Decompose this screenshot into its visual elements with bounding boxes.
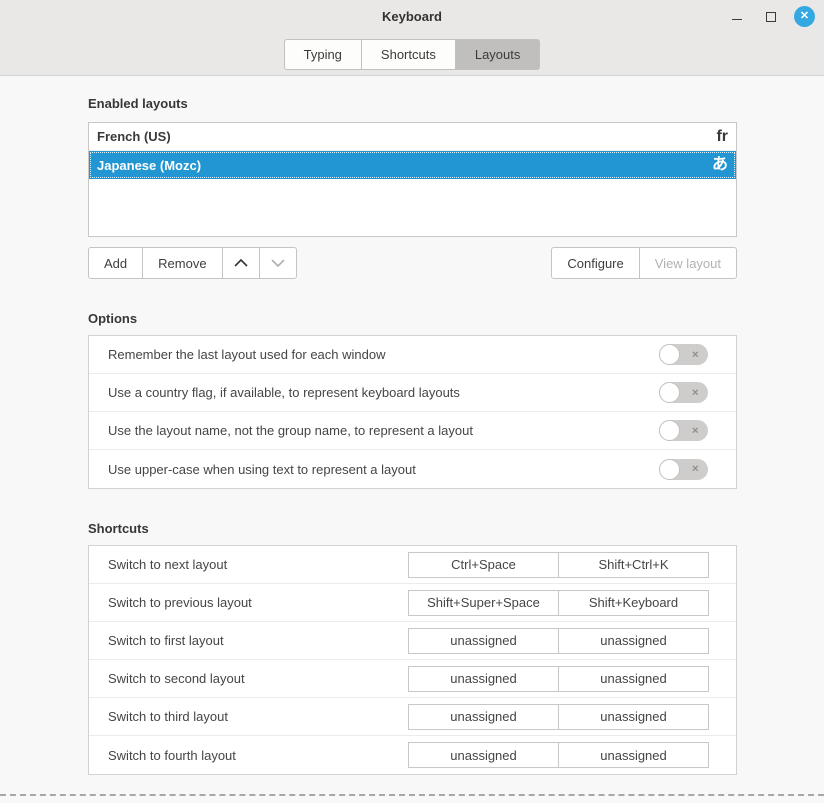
keybinding-button[interactable]: unassigned bbox=[408, 666, 559, 692]
toggle-knob bbox=[659, 420, 680, 441]
shortcut-label: Switch to fourth layout bbox=[108, 748, 236, 763]
option-row-upper-case: Use upper-case when using text to repres… bbox=[89, 450, 736, 488]
toggle-knob bbox=[659, 344, 680, 365]
layout-indicator-badge: あ bbox=[712, 157, 728, 173]
country-flag-toggle[interactable]: ✕ bbox=[659, 382, 708, 403]
option-label: Use upper-case when using text to repres… bbox=[108, 462, 416, 477]
enabled-layouts-list: French (US) fr Japanese (Mozc) あ bbox=[88, 122, 737, 237]
move-down-button[interactable] bbox=[259, 247, 297, 279]
maximize-button[interactable] bbox=[760, 6, 781, 27]
shortcut-row-second-layout: Switch to second layout unassigned unass… bbox=[89, 660, 736, 698]
keybinding-button[interactable]: Shift+Ctrl+K bbox=[558, 552, 709, 578]
shortcut-label: Switch to previous layout bbox=[108, 595, 252, 610]
toggle-off-icon: ✕ bbox=[691, 426, 699, 435]
shortcut-row-previous-layout: Switch to previous layout Shift+Super+Sp… bbox=[89, 584, 736, 622]
shortcut-label: Switch to first layout bbox=[108, 633, 224, 648]
close-button[interactable]: ✕ bbox=[794, 6, 815, 27]
window-title: Keyboard bbox=[382, 9, 442, 24]
binding-group: Ctrl+Space Shift+Ctrl+K bbox=[408, 552, 709, 578]
shortcuts-panel: Switch to next layout Ctrl+Space Shift+C… bbox=[88, 545, 737, 775]
options-panel: Remember the last layout used for each w… bbox=[88, 335, 737, 489]
option-label: Use a country flag, if available, to rep… bbox=[108, 385, 460, 400]
chevron-up-icon bbox=[234, 259, 248, 267]
shortcut-row-next-layout: Switch to next layout Ctrl+Space Shift+C… bbox=[89, 546, 736, 584]
shortcut-label: Switch to third layout bbox=[108, 709, 228, 724]
titlebar: Keyboard ✕ bbox=[0, 0, 824, 33]
toggle-off-icon: ✕ bbox=[691, 350, 699, 359]
layouts-page: Enabled layouts French (US) fr Japanese … bbox=[0, 76, 824, 775]
keybinding-button[interactable]: unassigned bbox=[558, 704, 709, 730]
binding-group: Shift+Super+Space Shift+Keyboard bbox=[408, 590, 709, 616]
toggle-knob bbox=[659, 459, 680, 480]
options-heading: Options bbox=[88, 311, 737, 326]
shortcut-row-third-layout: Switch to third layout unassigned unassi… bbox=[89, 698, 736, 736]
tab-shortcuts[interactable]: Shortcuts bbox=[361, 39, 456, 70]
keybinding-button[interactable]: unassigned bbox=[408, 704, 559, 730]
tab-typing[interactable]: Typing bbox=[284, 39, 362, 70]
layout-list-item-japanese[interactable]: Japanese (Mozc) あ bbox=[89, 151, 736, 179]
layout-name: Japanese (Mozc) bbox=[97, 158, 201, 173]
config-button-group: Configure View layout bbox=[551, 247, 737, 279]
window-controls: ✕ bbox=[726, 0, 815, 33]
move-up-button[interactable] bbox=[222, 247, 260, 279]
add-button[interactable]: Add bbox=[88, 247, 143, 279]
screenshot-truncation-divider bbox=[0, 794, 824, 796]
tab-layouts[interactable]: Layouts bbox=[455, 39, 541, 70]
shortcuts-heading: Shortcuts bbox=[88, 521, 737, 536]
chevron-down-icon bbox=[271, 259, 285, 267]
keybinding-button[interactable]: unassigned bbox=[408, 628, 559, 654]
option-label: Use the layout name, not the group name,… bbox=[108, 423, 473, 438]
toggle-off-icon: ✕ bbox=[691, 388, 699, 397]
keybinding-button[interactable]: Ctrl+Space bbox=[408, 552, 559, 578]
maximize-icon bbox=[766, 12, 776, 22]
toggle-knob bbox=[659, 382, 680, 403]
keybinding-button[interactable]: Shift+Keyboard bbox=[558, 590, 709, 616]
shortcut-label: Switch to next layout bbox=[108, 557, 227, 572]
option-label: Remember the last layout used for each w… bbox=[108, 347, 385, 362]
option-row-remember-layout: Remember the last layout used for each w… bbox=[89, 336, 736, 374]
keybinding-button[interactable]: unassigned bbox=[558, 742, 709, 768]
keybinding-button[interactable]: Shift+Super+Space bbox=[408, 590, 559, 616]
option-row-layout-name: Use the layout name, not the group name,… bbox=[89, 412, 736, 450]
tab-bar: Typing Shortcuts Layouts bbox=[0, 33, 824, 76]
keybinding-button[interactable]: unassigned bbox=[558, 628, 709, 654]
layout-name: French (US) bbox=[97, 129, 171, 144]
binding-group: unassigned unassigned bbox=[408, 742, 709, 768]
remove-button[interactable]: Remove bbox=[142, 247, 222, 279]
keyboard-settings-window: Keyboard ✕ Typing Shortcuts Layouts Enab… bbox=[0, 0, 824, 803]
minimize-button[interactable] bbox=[726, 6, 747, 27]
binding-group: unassigned unassigned bbox=[408, 628, 709, 654]
minimize-icon bbox=[732, 19, 742, 20]
enabled-layouts-heading: Enabled layouts bbox=[88, 96, 737, 111]
keybinding-button[interactable]: unassigned bbox=[408, 742, 559, 768]
shortcut-row-first-layout: Switch to first layout unassigned unassi… bbox=[89, 622, 736, 660]
shortcut-label: Switch to second layout bbox=[108, 671, 245, 686]
toggle-off-icon: ✕ bbox=[691, 465, 699, 474]
view-layout-button[interactable]: View layout bbox=[639, 247, 737, 279]
shortcut-row-fourth-layout: Switch to fourth layout unassigned unass… bbox=[89, 736, 736, 774]
layout-name-toggle[interactable]: ✕ bbox=[659, 420, 708, 441]
layout-list-item-french[interactable]: French (US) fr bbox=[89, 123, 736, 151]
configure-button[interactable]: Configure bbox=[551, 247, 639, 279]
upper-case-toggle[interactable]: ✕ bbox=[659, 459, 708, 480]
remember-layout-toggle[interactable]: ✕ bbox=[659, 344, 708, 365]
keybinding-button[interactable]: unassigned bbox=[558, 666, 709, 692]
layout-indicator-badge: fr bbox=[716, 129, 728, 145]
binding-group: unassigned unassigned bbox=[408, 704, 709, 730]
option-row-country-flag: Use a country flag, if available, to rep… bbox=[89, 374, 736, 412]
edit-button-group: Add Remove bbox=[88, 247, 297, 279]
close-icon: ✕ bbox=[800, 11, 809, 22]
binding-group: unassigned unassigned bbox=[408, 666, 709, 692]
layout-list-toolbar: Add Remove Configure View layout bbox=[88, 247, 737, 279]
